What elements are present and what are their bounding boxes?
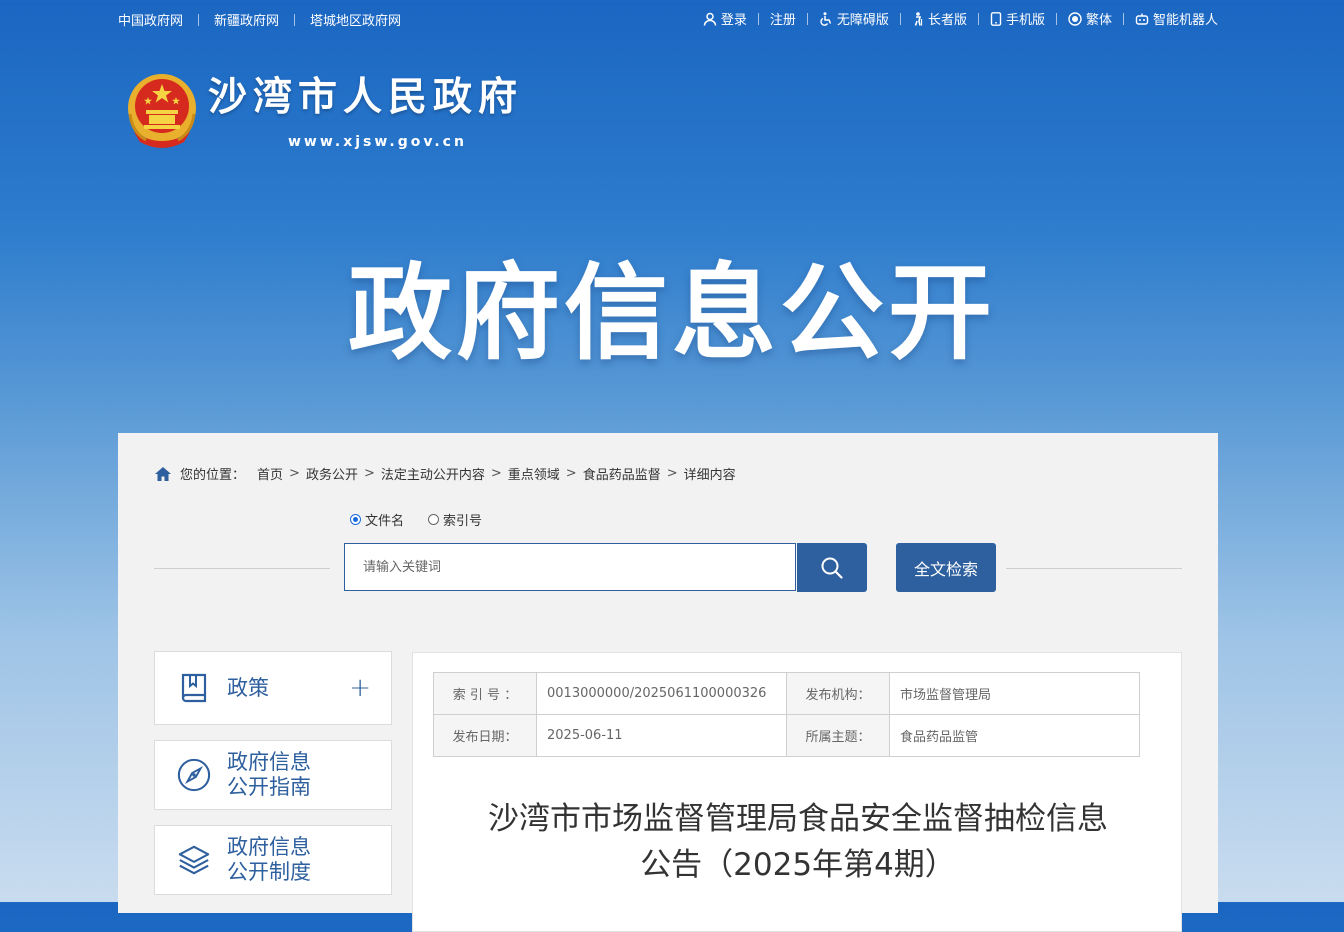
radio-index-dot[interactable] [428,514,440,525]
book-icon [181,673,207,703]
search-box [344,543,801,591]
top-links: 中国政府网 新疆政府网 塔城地区政府网 [118,10,401,29]
divider [1055,12,1057,25]
link-xinjiang-gov[interactable]: 新疆政府网 [214,10,279,29]
table-row: 索 引 号 ： 0013000000/2025061100000326 发布机构… [433,672,1140,715]
site-url: www.xjsw.gov.cn [288,134,467,150]
mobile-link[interactable]: 手机版 [990,9,1045,28]
breadcrumb-separator: > [666,466,678,481]
sidebar-item-label: 政府信息 公开制度 [227,835,311,884]
site-name: 沙湾市人民政府 [208,75,524,120]
top-tools: 登录 注册 无障碍版 长者版 手机版 繁体 智能机器人 [703,9,1218,28]
divider [757,12,759,25]
divider [977,12,979,25]
breadcrumb-key-areas[interactable]: 重点领域 [508,464,560,483]
divider-left [154,568,330,569]
index-value: 0013000000/2025061100000326 [536,672,787,715]
table-row: 发布日期： 2025-06-11 所属主题： 食品药品监管 [433,714,1140,757]
robot-link[interactable]: 智能机器人 [1135,9,1218,28]
search-type-options: 文件名 索引号 [350,510,506,529]
site-logo[interactable]: 沙湾市人民政府 www.xjsw.gov.cn [124,70,523,150]
elder-link[interactable]: 长者版 [912,9,967,28]
fulltext-search-button[interactable]: 全文检索 [896,543,996,592]
search-input[interactable] [345,544,801,590]
divider [294,13,296,26]
phone-icon [990,11,1002,26]
sidebar-item-label: 政策 [227,675,269,700]
sidebar-item-label: 政府信息 公开指南 [227,750,311,799]
national-emblem-icon [128,74,196,148]
radio-filename-dot[interactable] [350,514,361,525]
topic-value: 食品药品监管 [889,714,1140,757]
elder-icon [914,11,923,26]
article-content: 索 引 号 ： 0013000000/2025061100000326 发布机构… [412,652,1182,932]
document-title: 沙湾市市场监督管理局食品安全监督抽检信息 公告（2025年第4期） [488,801,1108,883]
breadcrumb-separator: > [490,466,502,481]
breadcrumb-food-drug[interactable]: 食品药品监督 [583,464,661,483]
user-icon [703,12,717,26]
index-label: 索 引 号 ： [433,672,537,715]
divider [198,13,200,26]
banner-title: 政府信息公开 [347,252,996,374]
main-panel: 您的位置： 首页 > 政务公开 > 法定主动公开内容 > 重点领域 > 食品药品… [118,433,1218,932]
date-label: 发布日期： [433,714,537,757]
wheelchair-icon [820,11,832,26]
link-tacheng-gov[interactable]: 塔城地区政府网 [310,10,401,29]
layers-icon [178,845,210,875]
traditional-link[interactable]: 繁体 [1068,9,1112,28]
link-china-gov[interactable]: 中国政府网 [118,10,183,29]
sidebar-item-guide[interactable]: 政府信息 公开指南 [154,740,392,810]
divider-right [1006,568,1182,569]
top-bar: 中国政府网 新疆政府网 塔城地区政府网 登录 注册 无障碍版 长者版 手机版 繁… [0,0,1344,36]
breadcrumb-gov-affairs[interactable]: 政务公开 [306,464,358,483]
search-button[interactable] [797,543,867,592]
logo-text: 沙湾市人民政府 www.xjsw.gov.cn [208,74,523,150]
divider [899,12,901,25]
date-value: 2025-06-11 [536,714,787,757]
breadcrumb-statutory[interactable]: 法定主动公开内容 [381,464,485,483]
login-link[interactable]: 登录 [703,9,747,28]
search-icon [821,557,843,579]
publisher-label: 发布机构： [786,672,890,715]
publisher-value: 市场监督管理局 [889,672,1140,715]
topic-label: 所属主题： [786,714,890,757]
document-meta-table: 索 引 号 ： 0013000000/2025061100000326 发布机构… [433,672,1140,757]
radio-index[interactable]: 索引号 [428,510,482,529]
divider [1122,12,1124,25]
sidebar-item-policy[interactable]: 政策 + [154,651,392,725]
breadcrumb-separator: > [363,466,375,481]
robot-icon [1135,13,1149,25]
breadcrumb: 您的位置： 首页 > 政务公开 > 法定主动公开内容 > 重点领域 > 食品药品… [154,464,736,483]
expand-plus-icon[interactable]: + [349,673,371,703]
breadcrumb-home[interactable]: 首页 [257,464,283,483]
breadcrumb-separator: > [565,466,577,481]
breadcrumb-current: 详细内容 [683,468,736,483]
traditional-chinese-icon [1068,11,1082,26]
compass-icon [177,758,211,792]
register-link[interactable]: 注册 [770,9,796,28]
home-icon [155,466,171,481]
sidebar-item-system[interactable]: 政府信息 公开制度 [154,825,392,895]
divider [806,12,808,25]
breadcrumb-label: 您的位置： [180,468,246,483]
breadcrumb-separator: > [289,466,300,481]
radio-filename[interactable]: 文件名 [350,510,404,529]
accessible-link[interactable]: 无障碍版 [819,9,889,28]
